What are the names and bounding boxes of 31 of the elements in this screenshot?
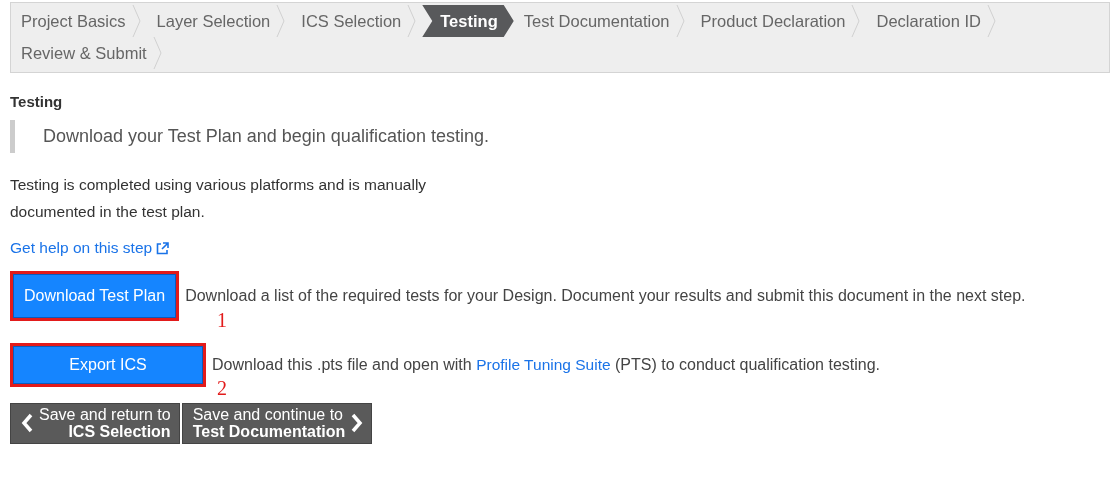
next-button[interactable]: Save and continue to Test Documentation	[181, 403, 373, 444]
action-button[interactable]: Download Test Plan	[13, 274, 177, 318]
chevron-divider-icon	[276, 5, 286, 37]
step-tab[interactable]: Declaration ID	[866, 5, 1002, 37]
chevron-divider-icon	[675, 5, 685, 37]
step-tab[interactable]: Review & Submit	[11, 37, 168, 69]
section-heading: Testing	[10, 93, 64, 110]
chevron-divider-icon	[131, 5, 141, 37]
step-tab[interactable]: Testing	[422, 5, 514, 37]
action-button[interactable]: Export ICS	[13, 346, 203, 384]
step-number: 2	[217, 379, 227, 397]
help-link[interactable]: Get help on this step	[10, 239, 153, 257]
step-tab[interactable]: Product Declaration	[690, 5, 867, 37]
chevron-divider-icon	[407, 5, 417, 37]
pts-link[interactable]: Profile Tuning Suite	[476, 356, 611, 373]
step-number: 1	[217, 311, 227, 329]
callout-text: Download your Test Plan and begin qualification testing.	[10, 120, 1112, 153]
step-tab[interactable]: Project Basics	[11, 5, 147, 37]
intro-text: Testing is completed using various platforms and is manually documented in the test plan.	[10, 175, 428, 222]
chevron-right-icon	[351, 413, 364, 433]
action-description: Download this .pts file and open with Profile Tuning Suite (PTS) to conduct qualification testing.	[212, 355, 881, 375]
step-tab[interactable]: Test Documentation	[513, 5, 691, 37]
chevron-divider-icon	[152, 37, 162, 69]
step-tab[interactable]: ICS Selection	[291, 5, 423, 37]
chevron-left-icon	[21, 413, 33, 433]
chevron-divider-icon	[987, 5, 996, 37]
action-description: Download a list of the required tests for your Design. Document your results and submit this document in the next step.	[185, 286, 1026, 306]
external-link-icon	[156, 241, 170, 255]
back-button[interactable]: Save and return to ICS Selection	[10, 403, 180, 444]
chevron-divider-icon	[851, 5, 861, 37]
step-tab[interactable]: Layer Selection	[146, 5, 292, 37]
